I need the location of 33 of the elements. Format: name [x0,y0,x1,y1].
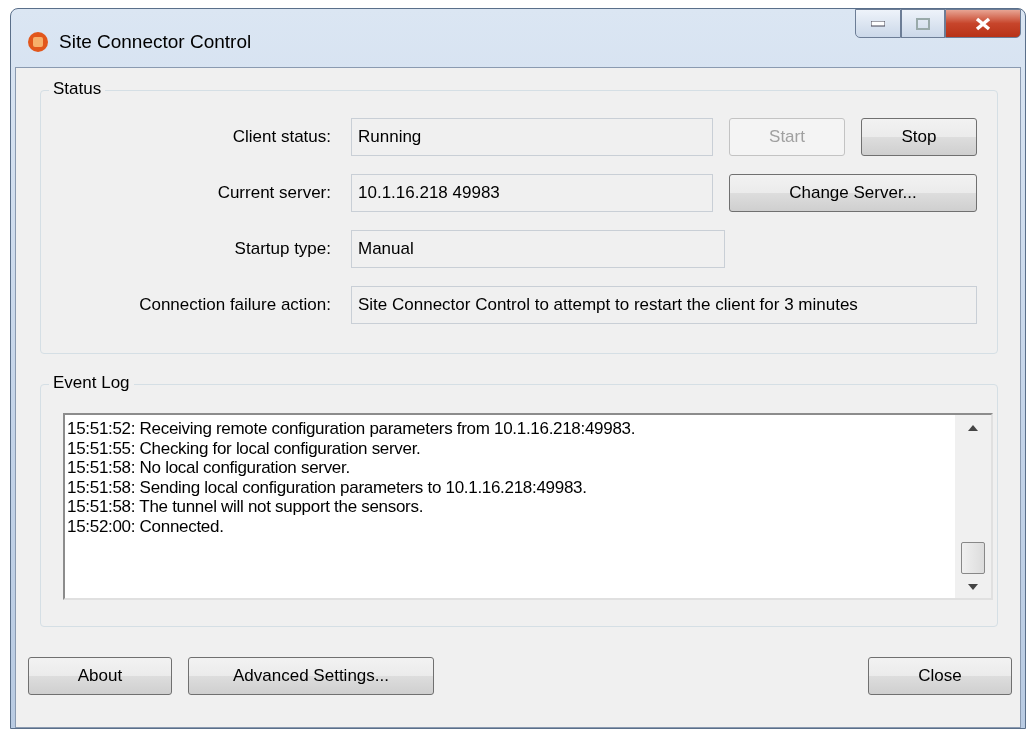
app-icon [27,31,49,53]
scroll-up-icon [968,425,978,431]
scrollbar[interactable] [955,415,991,598]
action-button[interactable]: Change Server... [729,174,977,212]
field-label: Connection failure action: [138,295,331,315]
maximize-icon [916,17,930,30]
minimize-button[interactable] [855,9,901,38]
dialog-button[interactable]: Close [868,657,1012,695]
minimize-icon [871,20,885,27]
window-title: Site Connector Control [59,31,252,53]
log-line: 15:51:58: The tunnel will not support the sensors. [67,497,425,517]
log-line: 15:52:00: Connected. [67,516,225,536]
log-line: 15:51:58: No local configuration server. [67,458,351,478]
dialog-button[interactable]: Advanced Settings... [188,657,434,695]
log-line: 15:51:55: Checking for local configuration server. [67,438,422,458]
log-line: 15:51:52: Receiving remote configuration parameters from 10.1.16.218:49983. [67,419,637,439]
readonly-field[interactable]: Manual [351,230,725,268]
group-title: Event Log [49,373,134,393]
field-label: Client status: [231,127,331,147]
scroll-down-icon [968,584,978,590]
field-label: Current server: [216,183,331,203]
scroll-thumb[interactable] [961,542,985,574]
readonly-field[interactable]: Running [351,118,713,156]
readonly-field[interactable]: Site Connector Control to attempt to restart the client for 3 minutes [351,286,977,324]
dialog-button[interactable]: About [28,657,172,695]
maximize-button[interactable] [901,9,945,38]
readonly-field[interactable]: 10.1.16.218 49983 [351,174,713,212]
close-window-button[interactable] [945,9,1021,38]
close-icon [974,16,992,31]
event-log-list[interactable] [63,413,993,600]
action-button[interactable]: Stop [861,118,977,156]
field-label: Startup type: [233,239,331,259]
log-line: 15:51:58: Sending local configuration parameters to 10.1.16.218:49983. [67,477,588,497]
